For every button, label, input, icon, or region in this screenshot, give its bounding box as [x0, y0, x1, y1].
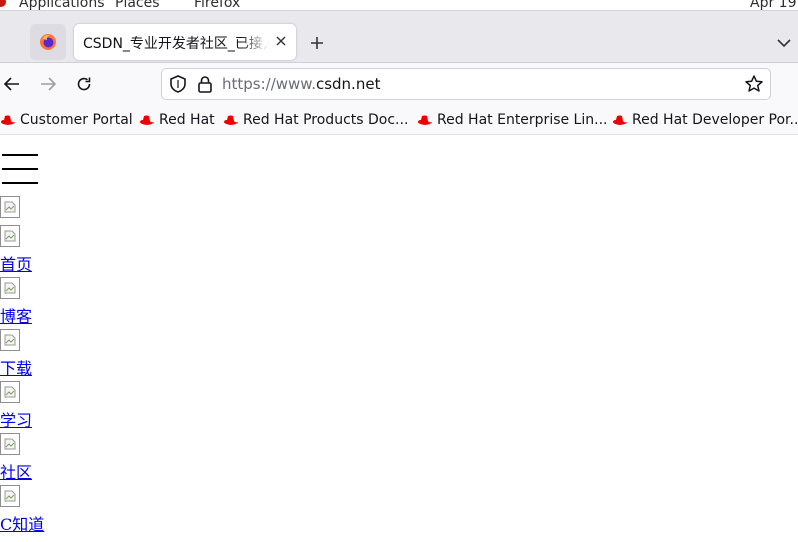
- bookmark-label: Red Hat Enterprise Lin...: [437, 112, 608, 128]
- back-arrow-icon: [4, 77, 19, 91]
- tab-csdn[interactable]: CSDN_专业开发者社区_已接入: [74, 24, 296, 60]
- bookmark-customer-portal[interactable]: Customer Portal: [0, 111, 133, 129]
- forward-button[interactable]: [36, 72, 60, 96]
- system-top-bar: Applications Places Firefox Apr 19: [0, 0, 798, 11]
- nav-link-blog[interactable]: 博客: [0, 308, 32, 326]
- list-all-tabs-button[interactable]: [772, 31, 796, 55]
- url-text[interactable]: https://www.csdn.net: [222, 75, 380, 93]
- new-tab-button[interactable]: [304, 31, 330, 55]
- page-content: 首页 博客 下载 学习 社区 C知道: [0, 136, 798, 542]
- clock[interactable]: Apr 19: [750, 0, 796, 10]
- bookmark-red-hat-developer-portal[interactable]: Red Hat Developer Por...: [612, 111, 798, 129]
- nav-link-home[interactable]: 首页: [0, 256, 32, 274]
- broken-image-icon: [0, 329, 20, 351]
- bookmark-label: Red Hat Developer Por...: [632, 112, 798, 128]
- redhat-activities-icon[interactable]: [0, 0, 6, 7]
- bookmark-red-hat[interactable]: Red Hat: [139, 111, 215, 129]
- firefox-view-button[interactable]: [30, 24, 66, 60]
- nav-link-c-zhidao[interactable]: C知道: [0, 516, 44, 534]
- chevron-down-icon: [777, 39, 791, 48]
- app-menu[interactable]: Firefox: [194, 0, 240, 10]
- redhat-icon: [224, 115, 238, 125]
- tab-title: CSDN_专业开发者社区_已接入: [83, 36, 269, 52]
- broken-image-icon: [0, 225, 20, 247]
- url-prefix: https://www.: [222, 75, 316, 93]
- back-button[interactable]: [0, 72, 24, 96]
- bookmark-red-hat-products-doc[interactable]: Red Hat Products Doc...: [223, 111, 408, 129]
- bookmark-label: Red Hat: [159, 112, 215, 128]
- nav-link-community[interactable]: 社区: [0, 464, 32, 482]
- redhat-icon: [613, 115, 627, 125]
- redhat-icon: [1, 115, 15, 125]
- reload-icon: [77, 77, 91, 91]
- bookmark-red-hat-enterprise-linux[interactable]: Red Hat Enterprise Lin...: [417, 111, 607, 129]
- firefox-icon: [40, 34, 56, 50]
- url-bar[interactable]: https://www.csdn.net: [161, 68, 771, 100]
- redhat-icon: [140, 115, 154, 125]
- redhat-icon: [418, 115, 432, 125]
- forward-arrow-icon: [41, 77, 56, 91]
- bookmark-label: Red Hat Products Doc...: [243, 112, 409, 128]
- broken-image-icon: [0, 196, 20, 218]
- applications-menu[interactable]: Applications: [19, 0, 105, 10]
- nav-link-download[interactable]: 下载: [0, 360, 32, 378]
- broken-image-icon: [0, 277, 20, 299]
- tab-bar: CSDN_专业开发者社区_已接入: [0, 11, 798, 63]
- star-icon[interactable]: [744, 74, 764, 94]
- broken-image-icon: [0, 381, 20, 403]
- hamburger-menu-icon[interactable]: [2, 154, 38, 184]
- url-host: csdn.net: [315, 75, 381, 93]
- shield-icon[interactable]: [168, 74, 188, 94]
- reload-button[interactable]: [72, 72, 96, 96]
- places-menu[interactable]: Places: [115, 0, 160, 10]
- lock-icon[interactable]: [195, 74, 215, 94]
- bookmarks-toolbar: Customer Portal Red Hat Red Hat Products…: [0, 105, 798, 135]
- nav-link-learn[interactable]: 学习: [0, 412, 32, 430]
- plus-icon: [311, 37, 323, 49]
- broken-image-icon: [0, 433, 20, 455]
- bookmark-label: Customer Portal: [20, 112, 133, 128]
- broken-image-icon: [0, 485, 20, 507]
- close-icon[interactable]: [272, 32, 290, 50]
- navigation-toolbar: https://www.csdn.net: [0, 63, 798, 105]
